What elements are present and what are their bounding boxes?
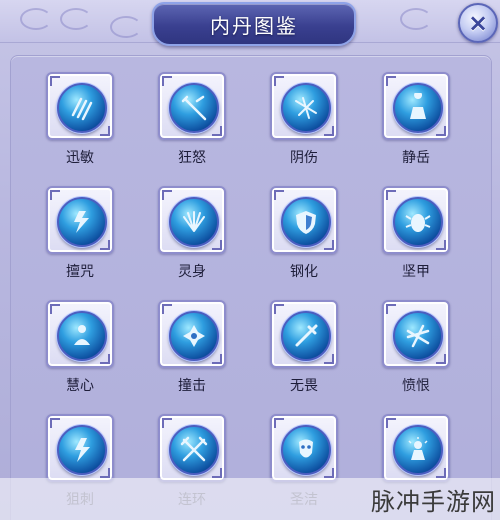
inner-core-label: 静岳 xyxy=(402,150,430,166)
inner-core-item[interactable]: 迅敏 xyxy=(11,58,123,170)
claw-slash-icon xyxy=(57,83,107,133)
inner-core-slot[interactable] xyxy=(382,186,450,254)
inner-core-slot[interactable] xyxy=(158,186,226,254)
inner-core-slot[interactable] xyxy=(158,300,226,368)
inner-core-item[interactable]: 静岳 xyxy=(347,58,459,170)
inner-core-label: 狂怒 xyxy=(178,150,206,166)
window-title: 内丹图鉴 xyxy=(210,13,298,38)
inner-core-label: 钢化 xyxy=(290,264,318,280)
decor-swirl-icon xyxy=(20,8,52,30)
inner-core-slot[interactable] xyxy=(382,300,450,368)
inner-core-label: 愤恨 xyxy=(402,378,430,394)
inner-core-slot[interactable] xyxy=(270,72,338,140)
inner-core-item[interactable]: 钢化 xyxy=(235,172,347,284)
close-icon: × xyxy=(467,9,489,37)
mountain-figure-icon xyxy=(393,83,443,133)
inner-core-label: 撞击 xyxy=(178,378,206,394)
inner-core-slot[interactable] xyxy=(46,414,114,482)
inner-core-item[interactable]: 灵身 xyxy=(123,172,235,284)
window-title-plate: 内丹图鉴 xyxy=(152,2,356,46)
decor-swirl-icon xyxy=(400,8,432,30)
crossed-blade-icon xyxy=(169,83,219,133)
inner-core-item[interactable]: 狂怒 xyxy=(123,58,235,170)
inner-core-item[interactable]: 阴伤 xyxy=(235,58,347,170)
decor-swirl-icon xyxy=(60,8,92,30)
dark-slash-icon xyxy=(281,83,331,133)
inner-core-slot[interactable] xyxy=(270,300,338,368)
crossed-swords-icon xyxy=(169,425,219,475)
impact-icon xyxy=(169,311,219,361)
lightning-strike-icon xyxy=(57,425,107,475)
decor-swirl-icon xyxy=(110,16,142,38)
rage-slash-icon xyxy=(393,311,443,361)
inner-core-slot[interactable] xyxy=(46,300,114,368)
inner-core-slot[interactable] xyxy=(46,72,114,140)
inner-core-item[interactable]: 无畏 xyxy=(235,286,347,398)
inner-core-grid: 迅敏狂怒阴伤静岳擅咒灵身钢化坚甲慧心撞击无畏愤恨狙刺连环圣洁 xyxy=(11,56,491,520)
shield-icon xyxy=(281,197,331,247)
inner-core-item[interactable]: 擅咒 xyxy=(11,172,123,284)
radiant-figure-icon xyxy=(393,425,443,475)
beetle-armor-icon xyxy=(393,197,443,247)
inner-core-slot[interactable] xyxy=(382,414,450,482)
codex-window: 内丹图鉴 × 迅敏狂怒阴伤静岳擅咒灵身钢化坚甲慧心撞击无畏愤恨狙刺连环圣洁 脉冲… xyxy=(0,0,500,520)
inner-core-item[interactable]: 慧心 xyxy=(11,286,123,398)
inner-core-item[interactable]: 撞击 xyxy=(123,286,235,398)
spirit-wings-icon xyxy=(169,197,219,247)
lightning-rune-icon xyxy=(57,197,107,247)
inner-core-slot[interactable] xyxy=(382,72,450,140)
inner-core-label: 迅敏 xyxy=(66,150,94,166)
inner-core-label: 无畏 xyxy=(290,378,318,394)
inner-core-slot[interactable] xyxy=(46,186,114,254)
inner-core-label: 灵身 xyxy=(178,264,206,280)
codex-panel: 迅敏狂怒阴伤静岳擅咒灵身钢化坚甲慧心撞击无畏愤恨狙刺连环圣洁 xyxy=(10,55,492,520)
inner-core-label: 擅咒 xyxy=(66,264,94,280)
close-button[interactable]: × xyxy=(458,3,498,43)
watermark-text: 脉冲手游网 xyxy=(371,487,496,516)
holy-mask-icon xyxy=(281,425,331,475)
inner-core-slot[interactable] xyxy=(158,414,226,482)
inner-core-slot[interactable] xyxy=(270,186,338,254)
inner-core-slot[interactable] xyxy=(270,414,338,482)
inner-core-slot[interactable] xyxy=(158,72,226,140)
inner-core-item[interactable]: 愤恨 xyxy=(347,286,459,398)
sword-strike-icon xyxy=(281,311,331,361)
inner-core-label: 坚甲 xyxy=(402,264,430,280)
inner-core-label: 慧心 xyxy=(66,378,94,394)
inner-core-label: 阴伤 xyxy=(290,150,318,166)
inner-core-item[interactable]: 坚甲 xyxy=(347,172,459,284)
meditating-figure-icon xyxy=(57,311,107,361)
